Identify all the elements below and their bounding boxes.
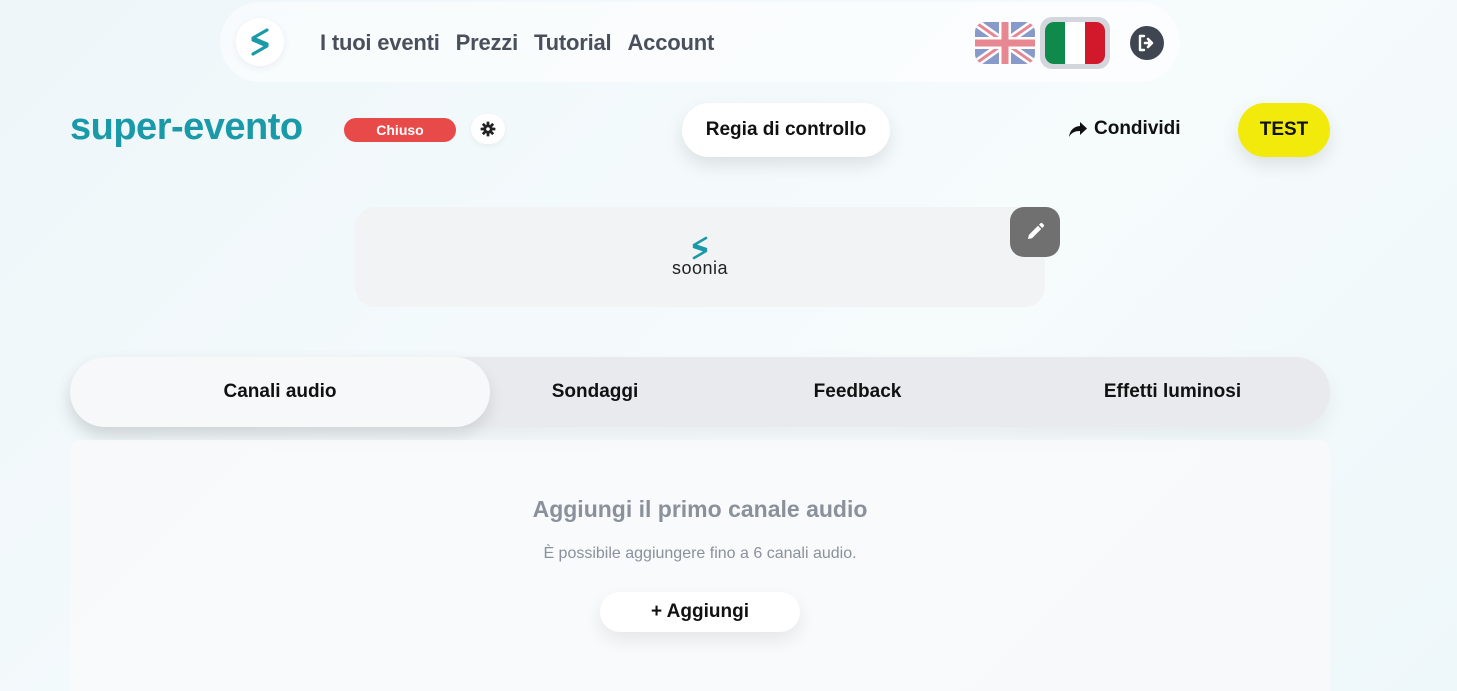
share-button[interactable]: Condividi <box>1068 118 1181 140</box>
soonia-logo-icon <box>251 28 269 56</box>
content-panel <box>70 440 1330 691</box>
share-icon <box>1069 121 1087 137</box>
logout-icon[interactable] <box>1130 26 1164 60</box>
top-navbar: I tuoi eventi Prezzi Tutorial Account <box>220 2 1180 82</box>
tab-audio-channels[interactable]: Canali audio <box>70 357 490 427</box>
tab-polls[interactable]: Sondaggi <box>490 357 700 427</box>
language-selected[interactable] <box>1040 17 1110 69</box>
nav-link-account[interactable]: Account <box>627 30 714 56</box>
soonia-logo-icon <box>692 236 708 259</box>
flag-it-icon <box>1045 22 1105 64</box>
pencil-icon[interactable] <box>1010 207 1060 257</box>
share-label: Condividi <box>1094 118 1181 139</box>
nav-link-events[interactable]: I tuoi eventi <box>320 30 440 56</box>
tab-feedback[interactable]: Feedback <box>750 357 965 427</box>
test-button[interactable]: TEST <box>1238 103 1330 157</box>
flag-uk-icon[interactable] <box>975 22 1035 64</box>
nav-link-pricing[interactable]: Prezzi <box>456 30 519 56</box>
nav-link-tutorial[interactable]: Tutorial <box>534 30 612 56</box>
app-logo[interactable] <box>236 18 284 66</box>
banner-logo-text: soonia <box>671 257 729 278</box>
tab-light-effects[interactable]: Effetti luminosi <box>1060 357 1285 427</box>
nav-links: I tuoi eventi Prezzi Tutorial Account <box>320 30 714 56</box>
tab-bar: Canali audio Sondaggi Feedback Effetti l… <box>70 357 1330 427</box>
empty-state-subtitle: È possibile aggiungere fino a 6 canali a… <box>543 545 857 562</box>
empty-state-title: Aggiungi il primo canale audio <box>532 496 868 522</box>
event-banner: soonia <box>355 207 1045 307</box>
gear-icon[interactable] <box>471 114 505 144</box>
control-room-button[interactable]: Regia di controllo <box>682 103 890 157</box>
add-channel-button[interactable]: + Aggiungi <box>600 592 800 632</box>
status-badge: Chiuso <box>344 118 456 142</box>
event-title: super-evento <box>70 106 303 148</box>
